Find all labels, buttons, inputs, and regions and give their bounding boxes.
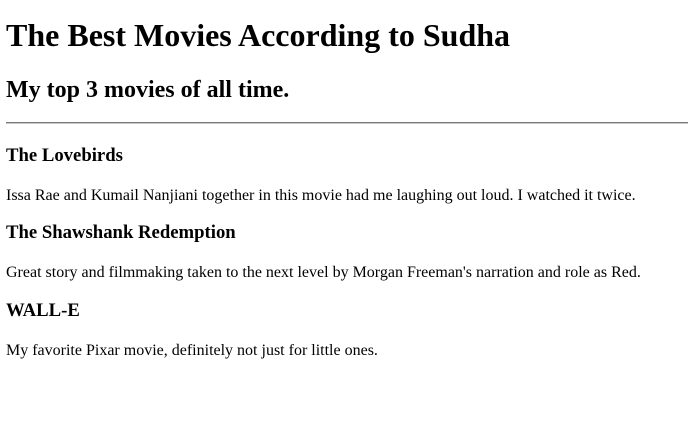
movie-title-1: The Lovebirds: [6, 145, 123, 166]
page-subtitle: My top 3 movies of all time.: [6, 77, 290, 103]
movie-description-1: Issa Rae and Kumail Nanjiani together in…: [6, 187, 636, 204]
movie-description-3: My favorite Pixar movie, definitely not …: [6, 342, 378, 359]
movie-description-2: Great story and filmmaking taken to the …: [6, 264, 641, 281]
movie-title-3: WALL-E: [6, 300, 80, 321]
divider: [6, 122, 688, 124]
movie-title-2: The Shawshank Redemption: [6, 222, 236, 243]
page: The Best Movies According to Sudha My to…: [0, 0, 688, 427]
page-title: The Best Movies According to Sudha: [6, 17, 511, 53]
